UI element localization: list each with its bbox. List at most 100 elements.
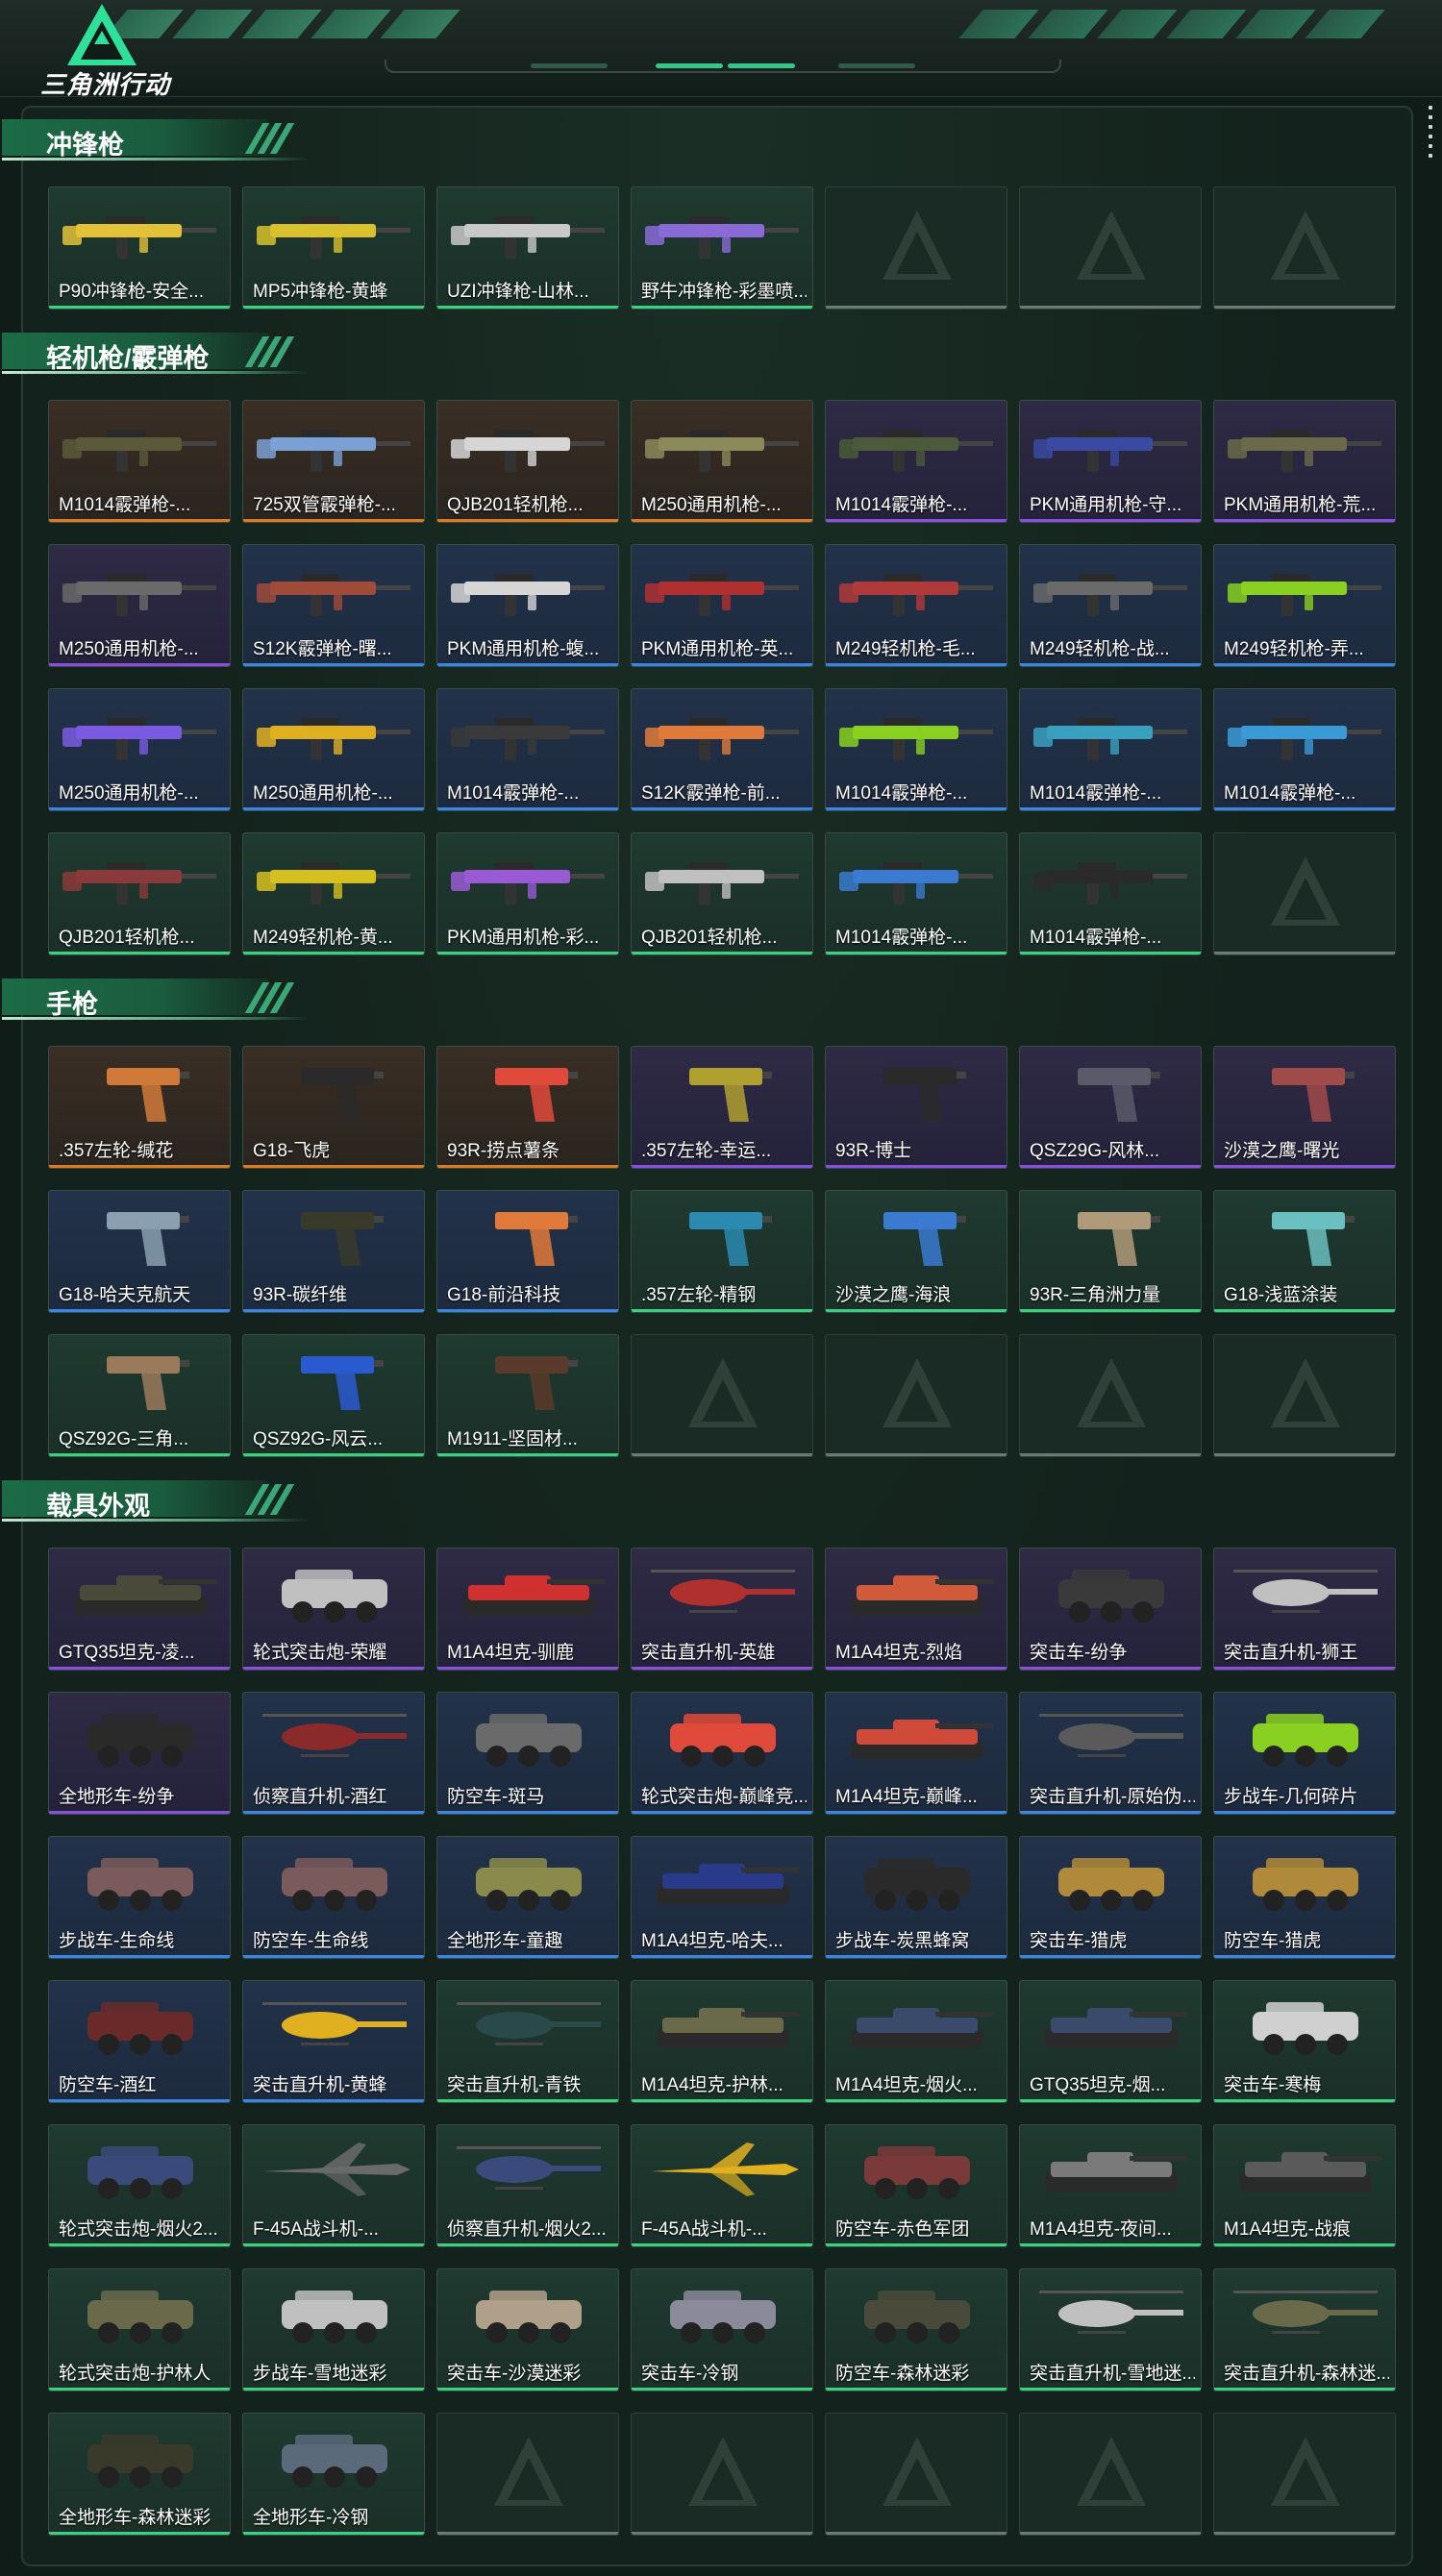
skin-card[interactable]: P90冲锋枪-安全... <box>48 186 231 310</box>
skin-card[interactable]: 725双管霰弹枪-... <box>242 400 425 523</box>
scroll-indicator[interactable] <box>1429 106 1432 163</box>
skin-card[interactable]: M1014霰弹枪-... <box>1019 688 1202 811</box>
skin-card[interactable]: M1A4坦克-战痕 <box>1213 2124 1396 2247</box>
skin-card[interactable]: M1014霰弹枪-... <box>1213 688 1396 811</box>
skin-card[interactable]: M1911-坚固材... <box>436 1334 619 1457</box>
skin-card[interactable]: G18-哈夫克航天 <box>48 1190 231 1313</box>
skin-card[interactable]: M1A4坦克-护林... <box>631 1980 813 2103</box>
skin-card[interactable]: M249轻机枪-黄... <box>242 832 425 955</box>
skin-name: 防空车-赤色军团 <box>835 2219 970 2240</box>
skin-card[interactable]: 防空车-森林迷彩 <box>825 2268 1007 2391</box>
skin-card[interactable]: UZI冲锋枪-山林... <box>436 186 619 310</box>
skin-card[interactable]: 93R-碳纤维 <box>242 1190 425 1313</box>
skin-card[interactable]: M250通用机枪-... <box>48 688 231 811</box>
skin-card[interactable]: 突击直升机-森林迷... <box>1213 2268 1396 2391</box>
skin-card[interactable]: .357左轮-缄花 <box>48 1046 231 1169</box>
skin-card[interactable]: PKM通用机枪-英... <box>631 544 813 667</box>
skin-card[interactable]: M249轻机枪-弄... <box>1213 544 1396 667</box>
skin-card[interactable]: PKM通用机枪-蝮... <box>436 544 619 667</box>
skin-card[interactable]: M1A4坦克-夜间... <box>1019 2124 1202 2247</box>
skin-card[interactable]: M250通用机枪-... <box>48 544 231 667</box>
skin-card[interactable]: 沙漠之鹰-海浪 <box>825 1190 1007 1313</box>
skin-card[interactable]: G18-浅蓝涂装 <box>1213 1190 1396 1313</box>
pistol-skin-image <box>495 1356 578 1410</box>
skin-card[interactable]: PKM通用机枪-荒... <box>1213 400 1396 523</box>
skin-card[interactable]: 轮式突击炮-烟火2... <box>48 2124 231 2247</box>
skin-card[interactable]: 突击直升机-狮王 <box>1213 1548 1396 1671</box>
skin-card[interactable]: .357左轮-幸运... <box>631 1046 813 1169</box>
skin-card[interactable]: 全地形车-森林迷彩 <box>48 2413 231 2536</box>
skin-card[interactable]: M1014霰弹枪-... <box>825 400 1007 523</box>
skin-card[interactable]: 突击车-纷争 <box>1019 1548 1202 1671</box>
heli-skin-image <box>651 1570 795 1613</box>
skin-card[interactable]: 突击直升机-黄蜂 <box>242 1980 425 2103</box>
skin-card[interactable]: M1A4坦克-哈夫... <box>631 1836 813 1959</box>
skin-card[interactable]: 93R-捞点薯条 <box>436 1046 619 1169</box>
skin-card[interactable]: QJB201轻机枪... <box>48 832 231 955</box>
skin-card[interactable]: 轮式突击炮-荣耀 <box>242 1548 425 1671</box>
skin-card[interactable]: 步战车-生命线 <box>48 1836 231 1959</box>
skin-card[interactable]: 防空车-酒红 <box>48 1980 231 2103</box>
skin-card[interactable]: F-45A战斗机-... <box>242 2124 425 2247</box>
skin-card[interactable]: 突击直升机-雪地迷... <box>1019 2268 1202 2391</box>
skin-card[interactable]: 突击直升机-青铁 <box>436 1980 619 2103</box>
skin-card[interactable]: .357左轮-精钢 <box>631 1190 813 1313</box>
skin-card[interactable]: 防空车-猎虎 <box>1213 1836 1396 1959</box>
skin-card[interactable]: 93R-三角洲力量 <box>1019 1190 1202 1313</box>
skin-card[interactable]: F-45A战斗机-... <box>631 2124 813 2247</box>
skin-card[interactable]: QSZ29G-风林... <box>1019 1046 1202 1169</box>
skin-card[interactable]: QJB201轻机枪... <box>436 400 619 523</box>
skin-card[interactable]: 沙漠之鹰-曙光 <box>1213 1046 1396 1169</box>
skin-card[interactable]: 突击车-寒梅 <box>1213 1980 1396 2103</box>
skin-card[interactable]: M1014霰弹枪-... <box>825 832 1007 955</box>
skin-card[interactable]: MP5冲锋枪-黄蜂 <box>242 186 425 310</box>
skin-card[interactable]: 突击车-猎虎 <box>1019 1836 1202 1959</box>
skin-card[interactable]: 步战车-几何碎片 <box>1213 1692 1396 1815</box>
skin-card[interactable]: 突击直升机-原始伪... <box>1019 1692 1202 1815</box>
skin-card[interactable]: 防空车-生命线 <box>242 1836 425 1959</box>
skin-card[interactable]: M1014霰弹枪-... <box>1019 832 1202 955</box>
skin-card[interactable]: 突击直升机-英雄 <box>631 1548 813 1671</box>
skin-card[interactable]: QJB201轻机枪... <box>631 832 813 955</box>
skin-card[interactable]: PKM通用机枪-彩... <box>436 832 619 955</box>
skin-card[interactable]: G18-前沿科技 <box>436 1190 619 1313</box>
skin-card[interactable]: 突击车-冷钢 <box>631 2268 813 2391</box>
skin-card[interactable]: 侦察直升机-酒红 <box>242 1692 425 1815</box>
skin-card[interactable]: QSZ92G-风云... <box>242 1334 425 1457</box>
skin-card[interactable]: 步战车-雪地迷彩 <box>242 2268 425 2391</box>
skin-name: M1A4坦克-夜间... <box>1030 2219 1172 2240</box>
skin-card[interactable]: G18-飞虎 <box>242 1046 425 1169</box>
skin-card[interactable]: M250通用机枪-... <box>631 400 813 523</box>
skin-card[interactable]: 全地形车-纷争 <box>48 1692 231 1815</box>
skin-card[interactable]: 突击车-沙漠迷彩 <box>436 2268 619 2391</box>
skin-card[interactable]: M1014霰弹枪-... <box>436 688 619 811</box>
skin-card[interactable]: 93R-博士 <box>825 1046 1007 1169</box>
skin-card[interactable]: 防空车-斑马 <box>436 1692 619 1815</box>
skin-card[interactable]: 全地形车-童趣 <box>436 1836 619 1959</box>
skin-card[interactable]: 步战车-炭黑蜂窝 <box>825 1836 1007 1959</box>
skin-card[interactable]: M249轻机枪-战... <box>1019 544 1202 667</box>
skin-card[interactable]: 野牛冲锋枪-彩墨喷... <box>631 186 813 310</box>
skin-card[interactable]: GTQ35坦克-凌... <box>48 1548 231 1671</box>
skin-card[interactable]: M249轻机枪-毛... <box>825 544 1007 667</box>
skin-card[interactable]: M1014霰弹枪-... <box>825 688 1007 811</box>
skin-card[interactable]: 侦察直升机-烟火2... <box>436 2124 619 2247</box>
skin-card[interactable]: GTQ35坦克-烟... <box>1019 1980 1202 2103</box>
skin-card[interactable]: M1A4坦克-烟火... <box>825 1980 1007 2103</box>
skin-card[interactable]: 轮式突击炮-护林人 <box>48 2268 231 2391</box>
skin-card[interactable]: M1A4坦克-烈焰 <box>825 1548 1007 1671</box>
skin-card[interactable]: M1014霰弹枪-... <box>48 400 231 523</box>
header-frame-line <box>385 60 1061 73</box>
skin-card[interactable]: 防空车-赤色军团 <box>825 2124 1007 2247</box>
skin-card[interactable]: 全地形车-冷钢 <box>242 2413 425 2536</box>
skin-card[interactable]: M250通用机枪-... <box>242 688 425 811</box>
rarity-bar <box>826 1811 1007 1814</box>
skin-card[interactable]: S12K霰弹枪-曙... <box>242 544 425 667</box>
skin-card[interactable]: M1A4坦克-驯鹿 <box>436 1548 619 1671</box>
skin-card[interactable]: S12K霰弹枪-前... <box>631 688 813 811</box>
skin-card[interactable]: PKM通用机枪-守... <box>1019 400 1202 523</box>
skin-card[interactable]: QSZ92G-三角... <box>48 1334 231 1457</box>
skin-card[interactable]: M1A4坦克-巅峰... <box>825 1692 1007 1815</box>
skin-card[interactable]: 轮式突击炮-巅峰竞... <box>631 1692 813 1815</box>
empty-slot <box>1213 2413 1396 2536</box>
